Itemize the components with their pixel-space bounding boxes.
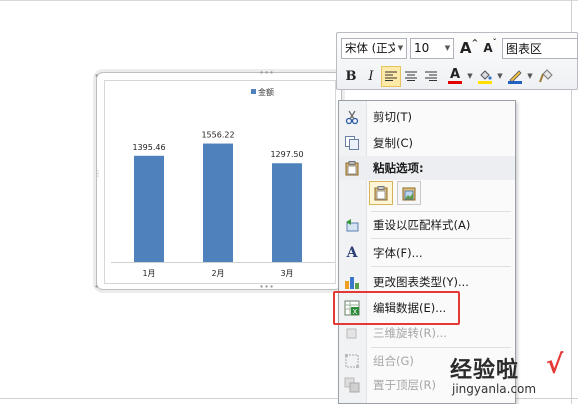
chevron-down-icon: ▼ bbox=[397, 44, 404, 52]
resize-handle-top-left[interactable]: ∙ bbox=[94, 72, 99, 80]
chevron-down-icon: ▼ bbox=[444, 44, 451, 52]
paste-options-label: 粘贴选项: bbox=[373, 161, 424, 175]
paste-keep-source-button[interactable] bbox=[369, 181, 393, 205]
menu-item-3d-rotation-label: 三维旋转(R)... bbox=[373, 326, 447, 340]
paste-options-header: 粘贴选项: bbox=[339, 156, 515, 180]
chevron-down-icon[interactable]: ▼ bbox=[525, 72, 535, 80]
resize-handle-top[interactable]: ∙∙∙ bbox=[259, 69, 274, 77]
scissors-icon bbox=[343, 108, 361, 126]
align-center-button[interactable] bbox=[401, 66, 421, 87]
menu-item-reset-style[interactable]: 重设以匹配样式(A) bbox=[339, 213, 515, 237]
resize-handle-bottom[interactable]: ∙∙∙ bbox=[259, 283, 274, 291]
menu-item-copy-label: 复制(C) bbox=[373, 136, 414, 150]
align-center-icon bbox=[405, 71, 417, 81]
paste-as-picture-button[interactable] bbox=[397, 181, 421, 205]
menu-separator bbox=[371, 347, 511, 348]
menu-item-cut[interactable]: 剪切(T) bbox=[339, 105, 515, 129]
x-tick-label: 2月 bbox=[211, 269, 224, 278]
shrink-font-label: A bbox=[483, 41, 493, 55]
resize-handle-left[interactable]: ⋮ bbox=[94, 170, 102, 178]
fill-color-swatch bbox=[478, 80, 492, 84]
group-icon bbox=[343, 352, 361, 370]
align-right-button[interactable] bbox=[421, 66, 441, 87]
font-name-value: 宋体 (正文 bbox=[345, 41, 395, 55]
italic-label: I bbox=[368, 68, 374, 84]
menu-item-font[interactable]: A 字体(F)... bbox=[339, 241, 515, 265]
resize-handle-bottom-left[interactable]: ∙ bbox=[94, 283, 99, 291]
x-tick-label: 3月 bbox=[280, 269, 293, 278]
menu-item-cut-label: 剪切(T) bbox=[373, 110, 412, 124]
chart-element-combo[interactable]: 图表区 bbox=[502, 37, 578, 59]
check-mark-icon: √ bbox=[546, 350, 564, 380]
pen-icon bbox=[509, 69, 522, 81]
reset-style-icon bbox=[343, 216, 361, 234]
paint-bucket-icon bbox=[480, 69, 492, 80]
menu-item-change-chart-type-label: 更改图表类型(Y)... bbox=[373, 275, 469, 289]
format-painter-icon bbox=[539, 69, 553, 83]
mini-toolbar-row-1: 宋体 (正文 ▼ 10 ▼ A ^ Aˇ 图表区 bbox=[341, 35, 578, 61]
watermark-url: jingyanla.com bbox=[452, 382, 537, 396]
watermark-name: 经验啦 bbox=[450, 358, 520, 383]
fill-color-button[interactable] bbox=[475, 66, 495, 87]
menu-item-group-label: 组合(G) bbox=[373, 354, 414, 368]
font-color-swatch bbox=[448, 81, 462, 84]
chart-area[interactable]: 金额 1395.46 1月 1556.22 2月 1297.50 3月 bbox=[104, 80, 336, 284]
grow-font-label: A bbox=[459, 39, 472, 57]
shrink-font-button[interactable]: Aˇ bbox=[480, 38, 500, 59]
clipboard-icon bbox=[343, 159, 361, 177]
data-label: 1297.50 bbox=[270, 150, 303, 159]
bar bbox=[272, 163, 302, 262]
chart-element-value: 图表区 bbox=[506, 41, 543, 56]
font-letter-icon: A bbox=[346, 245, 358, 261]
grow-font-button[interactable]: A ^ bbox=[458, 38, 480, 59]
chevron-down-icon[interactable]: ▼ bbox=[495, 72, 505, 80]
data-label: 1395.46 bbox=[132, 143, 165, 152]
bar bbox=[203, 143, 233, 262]
page-edge-top bbox=[0, 0, 578, 1]
font-size-combo[interactable]: 10 ▼ bbox=[410, 37, 454, 59]
legend-label: 金额 bbox=[258, 87, 274, 97]
copy-icon bbox=[343, 134, 361, 152]
outline-color-swatch bbox=[508, 80, 522, 84]
menu-item-bring-to-front-label: 置于顶层(R) bbox=[373, 378, 436, 392]
chevron-down-icon[interactable]: ▼ bbox=[465, 72, 475, 80]
bar-chart: 金额 1395.46 1月 1556.22 2月 1297.50 3月 bbox=[111, 87, 335, 278]
data-label: 1556.22 bbox=[201, 131, 234, 140]
align-left-icon bbox=[385, 71, 397, 81]
bring-to-front-icon bbox=[343, 376, 361, 394]
x-tick-label: 1月 bbox=[142, 269, 155, 278]
menu-item-reset-style-label: 重设以匹配样式(A) bbox=[373, 218, 471, 232]
legend-swatch bbox=[251, 89, 256, 94]
format-painter-button[interactable] bbox=[535, 66, 557, 87]
3d-rotation-icon bbox=[343, 324, 361, 342]
bold-button[interactable]: B bbox=[341, 66, 361, 87]
menu-item-copy[interactable]: 复制(C) bbox=[339, 131, 515, 155]
watermark: 经验啦 √ jingyanla.com bbox=[450, 350, 578, 404]
italic-button[interactable]: I bbox=[361, 66, 381, 87]
paste-clipboard-icon bbox=[374, 186, 388, 201]
mini-toolbar-row-2: B I A ▼ ▼ ▼ bbox=[341, 63, 557, 89]
mini-toolbar: 宋体 (正文 ▼ 10 ▼ A ^ Aˇ 图表区 B I A ▼ ▼ ▼ bbox=[336, 32, 578, 90]
caret-up-icon: ^ bbox=[471, 37, 479, 47]
menu-item-font-label: 字体(F)... bbox=[373, 246, 423, 260]
paste-picture-icon bbox=[402, 187, 416, 201]
align-left-button[interactable] bbox=[381, 65, 401, 87]
menu-separator bbox=[371, 211, 511, 212]
font-color-button[interactable]: A bbox=[445, 66, 465, 87]
font-color-label: A bbox=[449, 67, 461, 82]
bar bbox=[134, 155, 164, 262]
align-right-icon bbox=[425, 71, 437, 81]
font-name-combo[interactable]: 宋体 (正文 ▼ bbox=[341, 37, 407, 59]
menu-separator bbox=[371, 238, 511, 239]
caret-down-icon: ˇ bbox=[492, 37, 497, 47]
font-size-value: 10 bbox=[414, 41, 430, 55]
highlight-box bbox=[333, 291, 460, 325]
menu-separator bbox=[371, 266, 511, 267]
bold-label: B bbox=[345, 68, 357, 84]
chart-type-icon bbox=[343, 273, 361, 291]
outline-color-button[interactable] bbox=[505, 66, 525, 87]
